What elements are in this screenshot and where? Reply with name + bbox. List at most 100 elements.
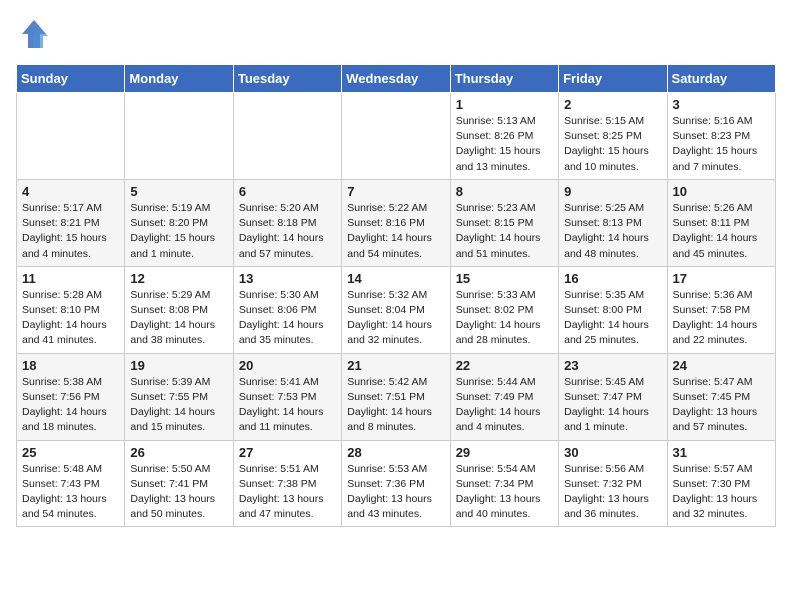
calendar-week-row: 4 Sunrise: 5:17 AM Sunset: 8:21 PM Daylig…: [17, 179, 776, 266]
day-info: Sunrise: 5:41 AM Sunset: 7:53 PM Dayligh…: [239, 375, 336, 436]
day-info: Sunrise: 5:48 AM Sunset: 7:43 PM Dayligh…: [22, 462, 119, 523]
day-number: 8: [456, 184, 553, 199]
day-info: Sunrise: 5:13 AM Sunset: 8:26 PM Dayligh…: [456, 114, 553, 175]
calendar-week-row: 25 Sunrise: 5:48 AM Sunset: 7:43 PM Dayli…: [17, 440, 776, 527]
calendar-cell: 26 Sunrise: 5:50 AM Sunset: 7:41 PM Dayli…: [125, 440, 233, 527]
day-number: 26: [130, 445, 227, 460]
calendar-cell: 25 Sunrise: 5:48 AM Sunset: 7:43 PM Dayli…: [17, 440, 125, 527]
day-number: 18: [22, 358, 119, 373]
day-number: 22: [456, 358, 553, 373]
day-number: 29: [456, 445, 553, 460]
calendar-cell: 7 Sunrise: 5:22 AM Sunset: 8:16 PM Daylig…: [342, 179, 450, 266]
day-of-week-header: Monday: [125, 65, 233, 93]
page-header: [16, 16, 776, 52]
calendar-cell: 22 Sunrise: 5:44 AM Sunset: 7:49 PM Dayli…: [450, 353, 558, 440]
logo: [16, 16, 56, 52]
day-info: Sunrise: 5:39 AM Sunset: 7:55 PM Dayligh…: [130, 375, 227, 436]
calendar-cell: 16Sunrise: 5:35 AM Sunset: 8:00 PM Dayli…: [559, 266, 667, 353]
day-info: Sunrise: 5:51 AM Sunset: 7:38 PM Dayligh…: [239, 462, 336, 523]
day-info: Sunrise: 5:30 AM Sunset: 8:06 PM Dayligh…: [239, 288, 336, 349]
day-number: 5: [130, 184, 227, 199]
day-info: Sunrise: 5:50 AM Sunset: 7:41 PM Dayligh…: [130, 462, 227, 523]
day-info: Sunrise: 5:29 AM Sunset: 8:08 PM Dayligh…: [130, 288, 227, 349]
day-info: Sunrise: 5:17 AM Sunset: 8:21 PM Dayligh…: [22, 201, 119, 262]
day-info: Sunrise: 5:36 AM Sunset: 7:58 PM Dayligh…: [673, 288, 770, 349]
calendar-cell: 24Sunrise: 5:47 AM Sunset: 7:45 PM Dayli…: [667, 353, 775, 440]
day-number: 20: [239, 358, 336, 373]
day-number: 31: [673, 445, 770, 460]
day-of-week-header: Sunday: [17, 65, 125, 93]
calendar-week-row: 18 Sunrise: 5:38 AM Sunset: 7:56 PM Dayli…: [17, 353, 776, 440]
calendar-cell: 20 Sunrise: 5:41 AM Sunset: 7:53 PM Dayli…: [233, 353, 341, 440]
day-info: Sunrise: 5:26 AM Sunset: 8:11 PM Dayligh…: [673, 201, 770, 262]
calendar-cell: 12Sunrise: 5:29 AM Sunset: 8:08 PM Dayli…: [125, 266, 233, 353]
day-of-week-header: Tuesday: [233, 65, 341, 93]
day-info: Sunrise: 5:42 AM Sunset: 7:51 PM Dayligh…: [347, 375, 444, 436]
day-info: Sunrise: 5:53 AM Sunset: 7:36 PM Dayligh…: [347, 462, 444, 523]
calendar-header-row: SundayMondayTuesdayWednesdayThursdayFrid…: [17, 65, 776, 93]
day-info: Sunrise: 5:54 AM Sunset: 7:34 PM Dayligh…: [456, 462, 553, 523]
calendar-cell: 30Sunrise: 5:56 AM Sunset: 7:32 PM Dayli…: [559, 440, 667, 527]
calendar-cell: 1 Sunrise: 5:13 AM Sunset: 8:26 PM Daylig…: [450, 93, 558, 180]
calendar-cell: 2 Sunrise: 5:15 AM Sunset: 8:25 PM Daylig…: [559, 93, 667, 180]
calendar: SundayMondayTuesdayWednesdayThursdayFrid…: [16, 64, 776, 527]
day-number: 11: [22, 271, 119, 286]
calendar-cell: 21 Sunrise: 5:42 AM Sunset: 7:51 PM Dayli…: [342, 353, 450, 440]
day-number: 14: [347, 271, 444, 286]
calendar-cell: 14 Sunrise: 5:32 AM Sunset: 8:04 PM Dayli…: [342, 266, 450, 353]
day-number: 28: [347, 445, 444, 460]
calendar-cell: 23 Sunrise: 5:45 AM Sunset: 7:47 PM Dayli…: [559, 353, 667, 440]
day-number: 13: [239, 271, 336, 286]
calendar-cell: 5Sunrise: 5:19 AM Sunset: 8:20 PM Daylig…: [125, 179, 233, 266]
day-number: 25: [22, 445, 119, 460]
day-number: 2: [564, 97, 661, 112]
day-number: 10: [673, 184, 770, 199]
day-info: Sunrise: 5:15 AM Sunset: 8:25 PM Dayligh…: [564, 114, 661, 175]
calendar-cell: 6Sunrise: 5:20 AM Sunset: 8:18 PM Daylig…: [233, 179, 341, 266]
day-number: 7: [347, 184, 444, 199]
day-number: 1: [456, 97, 553, 112]
day-number: 17: [673, 271, 770, 286]
day-info: Sunrise: 5:33 AM Sunset: 8:02 PM Dayligh…: [456, 288, 553, 349]
day-info: Sunrise: 5:22 AM Sunset: 8:16 PM Dayligh…: [347, 201, 444, 262]
day-info: Sunrise: 5:45 AM Sunset: 7:47 PM Dayligh…: [564, 375, 661, 436]
day-of-week-header: Thursday: [450, 65, 558, 93]
day-number: 16: [564, 271, 661, 286]
calendar-cell: 4 Sunrise: 5:17 AM Sunset: 8:21 PM Daylig…: [17, 179, 125, 266]
calendar-cell: [233, 93, 341, 180]
day-info: Sunrise: 5:44 AM Sunset: 7:49 PM Dayligh…: [456, 375, 553, 436]
calendar-cell: [17, 93, 125, 180]
logo-icon: [16, 16, 52, 52]
calendar-cell: 27 Sunrise: 5:51 AM Sunset: 7:38 PM Dayli…: [233, 440, 341, 527]
calendar-cell: 8 Sunrise: 5:23 AM Sunset: 8:15 PM Daylig…: [450, 179, 558, 266]
calendar-cell: [342, 93, 450, 180]
day-number: 21: [347, 358, 444, 373]
day-info: Sunrise: 5:32 AM Sunset: 8:04 PM Dayligh…: [347, 288, 444, 349]
calendar-cell: 28 Sunrise: 5:53 AM Sunset: 7:36 PM Dayli…: [342, 440, 450, 527]
day-of-week-header: Wednesday: [342, 65, 450, 93]
day-number: 6: [239, 184, 336, 199]
day-of-week-header: Friday: [559, 65, 667, 93]
day-info: Sunrise: 5:38 AM Sunset: 7:56 PM Dayligh…: [22, 375, 119, 436]
day-number: 19: [130, 358, 227, 373]
calendar-cell: 9Sunrise: 5:25 AM Sunset: 8:13 PM Daylig…: [559, 179, 667, 266]
calendar-cell: 18 Sunrise: 5:38 AM Sunset: 7:56 PM Dayli…: [17, 353, 125, 440]
calendar-cell: 3Sunrise: 5:16 AM Sunset: 8:23 PM Daylig…: [667, 93, 775, 180]
day-number: 4: [22, 184, 119, 199]
day-info: Sunrise: 5:56 AM Sunset: 7:32 PM Dayligh…: [564, 462, 661, 523]
calendar-week-row: 11Sunrise: 5:28 AM Sunset: 8:10 PM Dayli…: [17, 266, 776, 353]
calendar-cell: 15Sunrise: 5:33 AM Sunset: 8:02 PM Dayli…: [450, 266, 558, 353]
day-info: Sunrise: 5:16 AM Sunset: 8:23 PM Dayligh…: [673, 114, 770, 175]
day-info: Sunrise: 5:23 AM Sunset: 8:15 PM Dayligh…: [456, 201, 553, 262]
day-number: 23: [564, 358, 661, 373]
day-number: 27: [239, 445, 336, 460]
day-info: Sunrise: 5:57 AM Sunset: 7:30 PM Dayligh…: [673, 462, 770, 523]
day-number: 9: [564, 184, 661, 199]
day-info: Sunrise: 5:47 AM Sunset: 7:45 PM Dayligh…: [673, 375, 770, 436]
calendar-cell: 17 Sunrise: 5:36 AM Sunset: 7:58 PM Dayli…: [667, 266, 775, 353]
calendar-cell: 19 Sunrise: 5:39 AM Sunset: 7:55 PM Dayli…: [125, 353, 233, 440]
calendar-week-row: 1 Sunrise: 5:13 AM Sunset: 8:26 PM Daylig…: [17, 93, 776, 180]
calendar-cell: 10 Sunrise: 5:26 AM Sunset: 8:11 PM Dayli…: [667, 179, 775, 266]
calendar-cell: 13 Sunrise: 5:30 AM Sunset: 8:06 PM Dayli…: [233, 266, 341, 353]
day-of-week-header: Saturday: [667, 65, 775, 93]
